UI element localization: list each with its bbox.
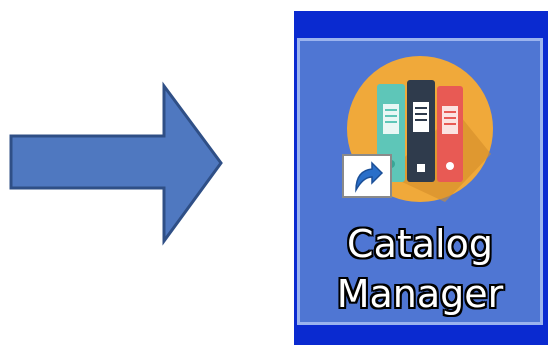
label-line-2: Manager: [336, 272, 504, 316]
screenshot-stage: Catalog Manager: [0, 0, 548, 345]
binder-red-icon: [437, 86, 463, 182]
binder-dark-icon: [407, 80, 435, 182]
catalog-manager-desktop-icon[interactable]: Catalog Manager: [297, 38, 543, 325]
shortcut-overlay-icon: [342, 154, 392, 198]
label-line-1: Catalog: [347, 222, 493, 266]
shortcut-arrow-icon: [355, 161, 384, 193]
right-arrow-icon: [9, 81, 223, 246]
desktop-icon-label[interactable]: Catalog Manager: [300, 219, 540, 319]
